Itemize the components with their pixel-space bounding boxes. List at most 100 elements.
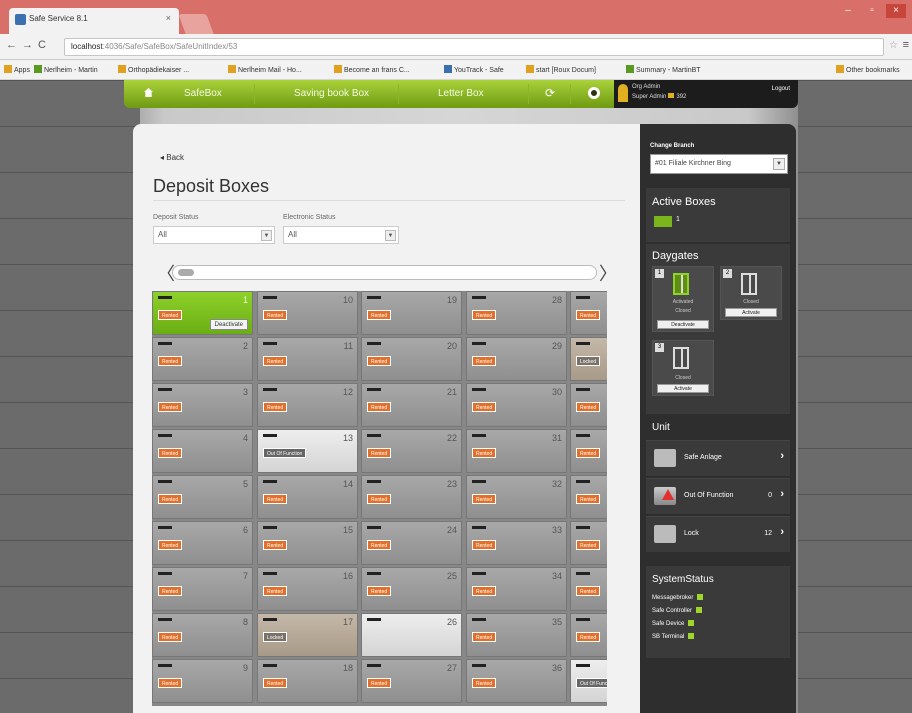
- deposit-box[interactable]: 4 Rented: [152, 429, 253, 473]
- deposit-box[interactable]: 16 Rented: [257, 567, 358, 611]
- box-number: 26: [446, 617, 457, 627]
- deposit-box[interactable]: 31 Rented: [466, 429, 567, 473]
- status-ok-icon: [696, 607, 703, 613]
- deposit-status-select[interactable]: All ▼: [153, 226, 275, 244]
- deposit-box[interactable]: 14 Rented: [257, 475, 358, 519]
- deposit-box[interactable]: 13 Out Of Function: [257, 429, 358, 473]
- bookmark-item[interactable]: Summary - MartinBT: [626, 65, 701, 74]
- top-nav: SafeBox Saving book Box Letter Box ⟳ Org…: [124, 80, 798, 108]
- deposit-box[interactable]: 9 Rented: [152, 659, 253, 703]
- deposit-box[interactable]: 3 Rented: [152, 383, 253, 427]
- deposit-box[interactable]: 35 Rented: [466, 613, 567, 657]
- deposit-box[interactable]: 21 Rented: [361, 383, 462, 427]
- deposit-box[interactable]: 20 Rented: [361, 337, 462, 381]
- box-status-badge: Rented: [158, 540, 183, 550]
- deposit-box[interactable]: 27 Rented: [361, 659, 462, 703]
- bookmark-item[interactable]: Become an frans C...: [334, 65, 410, 74]
- box-deactivate-button[interactable]: Deactivate: [209, 319, 248, 330]
- deposit-box[interactable]: 23 Rented: [361, 475, 462, 519]
- deposit-box[interactable]: 12 Rented: [257, 383, 358, 427]
- deposit-box[interactable]: 22 Rented: [361, 429, 462, 473]
- deposit-box[interactable]: 2 Rented: [152, 337, 253, 381]
- bookmark-icon: [34, 65, 42, 73]
- deposit-box[interactable]: 10 Rented: [257, 291, 358, 335]
- box-status-badge: Rented: [576, 448, 601, 458]
- activate-button[interactable]: Activate: [657, 384, 709, 393]
- horizontal-scrollbar[interactable]: [172, 265, 597, 280]
- deposit-box[interactable]: Rented: [570, 383, 607, 427]
- deposit-box[interactable]: 24 Rented: [361, 521, 462, 565]
- bookmark-item[interactable]: Nerlheim - Martin: [34, 65, 98, 74]
- deposit-box[interactable]: 8 Rented: [152, 613, 253, 657]
- box-status-badge: Rented: [263, 402, 288, 412]
- tab-close-icon[interactable]: ×: [166, 13, 171, 23]
- deposit-box[interactable]: Rented: [570, 475, 607, 519]
- box-handle-icon: [158, 296, 172, 299]
- deposit-box[interactable]: 33 Rented: [466, 521, 567, 565]
- deposit-box[interactable]: 32 Rented: [466, 475, 567, 519]
- deposit-box[interactable]: 19 Rented: [361, 291, 462, 335]
- bookmark-item[interactable]: Apps: [4, 65, 30, 74]
- browser-tab[interactable]: Safe Service 8.1 ×: [9, 8, 179, 34]
- maximize-icon[interactable]: ▫: [862, 4, 882, 18]
- bookmark-item[interactable]: Orthopädiekaiser ...: [118, 65, 189, 74]
- browser-menu-icon[interactable]: ≡: [903, 39, 909, 51]
- deposit-box[interactable]: 30 Rented: [466, 383, 567, 427]
- deposit-box[interactable]: 18 Rented: [257, 659, 358, 703]
- branch-select[interactable]: #01 Filiale Kirchner Bing ▼: [650, 154, 788, 174]
- deposit-box[interactable]: 7 Rented: [152, 567, 253, 611]
- nav-saving-book-box[interactable]: Saving book Box: [294, 88, 369, 99]
- home-icon[interactable]: [144, 88, 153, 97]
- change-branch-label: Change Branch: [650, 143, 695, 149]
- deposit-box[interactable]: 11 Rented: [257, 337, 358, 381]
- deposit-box[interactable]: 6 Rented: [152, 521, 253, 565]
- bookmark-item[interactable]: Other bookmarks: [836, 65, 900, 74]
- deposit-box[interactable]: 29 Rented: [466, 337, 567, 381]
- deposit-box[interactable]: 15 Rented: [257, 521, 358, 565]
- nav-buttons-icon[interactable]: ←→C: [6, 39, 51, 51]
- deposit-box[interactable]: 5 Rented: [152, 475, 253, 519]
- close-window-icon[interactable]: ×: [886, 4, 906, 18]
- unit-row-lock[interactable]: Lock 12 ›: [646, 516, 790, 552]
- scrollbar-thumb[interactable]: [178, 269, 194, 276]
- deposit-box[interactable]: Rented: [570, 613, 607, 657]
- deactivate-button[interactable]: Deactivate: [657, 320, 709, 329]
- url-input[interactable]: localhost:4036/Safe/SafeBox/SafeUnitInde…: [64, 38, 884, 56]
- deposit-box[interactable]: 28 Rented: [466, 291, 567, 335]
- deposit-box[interactable]: Rented: [570, 521, 607, 565]
- deposit-box[interactable]: Locked: [570, 337, 607, 381]
- gear-icon[interactable]: [588, 87, 600, 99]
- unit-row-safe-anlage[interactable]: Safe Anlage ›: [646, 440, 790, 476]
- bookmark-item[interactable]: YouTrack - Safe: [444, 65, 504, 74]
- page-title: Deposit Boxes: [153, 176, 270, 196]
- deposit-box[interactable]: Out Of Function: [570, 659, 607, 703]
- box-handle-icon: [158, 664, 172, 667]
- new-tab-button[interactable]: [178, 14, 214, 34]
- minimize-icon[interactable]: –: [838, 4, 858, 18]
- deposit-box[interactable]: 34 Rented: [466, 567, 567, 611]
- deposit-box[interactable]: 17 Locked: [257, 613, 358, 657]
- nav-letter-box[interactable]: Letter Box: [438, 88, 484, 99]
- refresh-icon[interactable]: ⟳: [545, 86, 555, 100]
- active-boxes-title: Active Boxes: [652, 196, 716, 208]
- scroll-right-icon[interactable]: 〉: [599, 260, 617, 286]
- electronic-status-select[interactable]: All ▼: [283, 226, 399, 244]
- bookmark-item[interactable]: start [Roux Docum]: [526, 65, 596, 74]
- deposit-box[interactable]: Rented: [570, 429, 607, 473]
- nav-safebox[interactable]: SafeBox: [184, 88, 222, 99]
- bookmark-star-icon[interactable]: ☆: [889, 40, 898, 51]
- bookmark-item[interactable]: Nerlheim Mail - Ho...: [228, 65, 302, 74]
- unit-row-out-of-function[interactable]: Out Of Function 0 ›: [646, 478, 790, 514]
- deposit-box[interactable]: 36 Rented: [466, 659, 567, 703]
- deposit-box[interactable]: 1 Rented Deactivate: [152, 291, 253, 335]
- back-link[interactable]: ◂ Back: [160, 153, 184, 162]
- deposit-box[interactable]: 26: [361, 613, 462, 657]
- box-handle-icon: [158, 526, 172, 529]
- activate-button[interactable]: Activate: [725, 308, 777, 317]
- box-status-badge: Rented: [472, 540, 497, 550]
- chevron-down-icon: ▼: [773, 158, 785, 170]
- deposit-box[interactable]: Rented: [570, 567, 607, 611]
- deposit-box[interactable]: 25 Rented: [361, 567, 462, 611]
- logout-link[interactable]: Logout: [772, 86, 790, 92]
- deposit-box[interactable]: Rented: [570, 291, 607, 335]
